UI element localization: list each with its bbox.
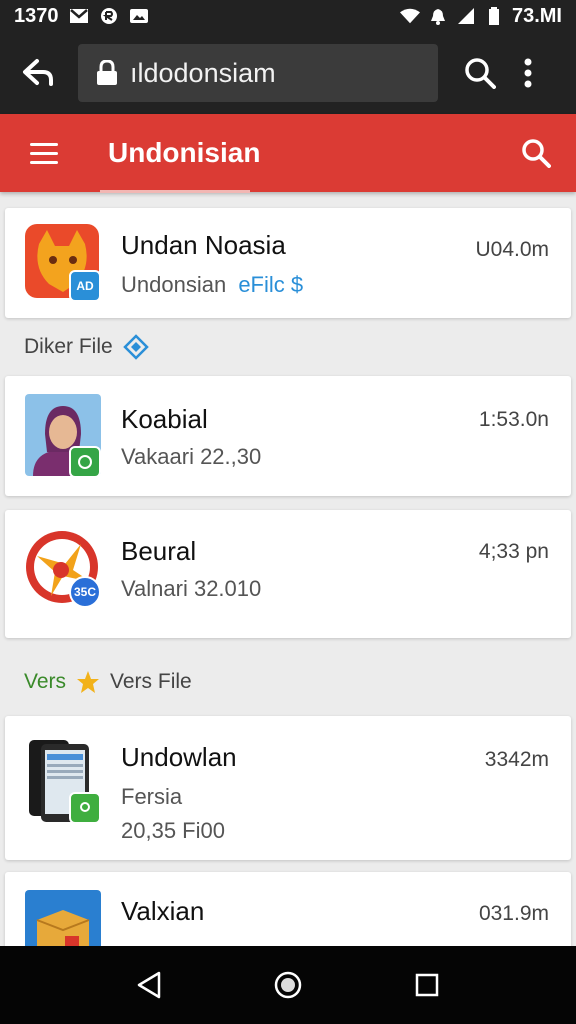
item-title: Undowlan: [121, 742, 237, 772]
nav-recents-button[interactable]: [407, 965, 447, 1005]
item-subtitle-secondary: 20,35 Fi00: [121, 818, 225, 843]
item-time: 3342m: [484, 748, 549, 771]
status-bar: 1370 73.MI: [0, 0, 576, 32]
list-item[interactable]: Koabial Vakaari 22.,30 1:53.0n: [5, 376, 571, 496]
item-link[interactable]: eFilc $: [238, 272, 303, 297]
url-text: ıldodonsiam: [130, 57, 276, 88]
item-title: Valxian: [121, 896, 205, 926]
list-item[interactable]: AD Undan Noasia Undonsian eFilc $ U04.0m: [5, 208, 571, 318]
hamburger-menu-icon[interactable]: [30, 136, 64, 170]
section-label: Vers File: [110, 670, 192, 693]
location-badge-icon: [69, 792, 101, 824]
search-icon: [522, 139, 551, 168]
app-icon: [25, 736, 105, 826]
app-notification-icon: [99, 7, 119, 25]
item-subtitle: Undonsian eFilc $: [121, 272, 303, 298]
search-icon: [465, 58, 496, 89]
list-item[interactable]: Undowlan Fersia 20,35 Fi00 3342m: [5, 716, 571, 860]
section-label-accent: Vers: [24, 670, 67, 693]
item-time: 4;33 pn: [478, 540, 549, 563]
nav-back-button[interactable]: [129, 965, 169, 1005]
battery-icon: [484, 7, 504, 25]
status-right-text: 73.MI: [511, 4, 562, 27]
shield-badge-icon: [69, 446, 101, 478]
item-time: U04.0m: [475, 238, 549, 261]
item-time: 1:53.0n: [478, 408, 549, 431]
item-time: 031.9m: [478, 902, 549, 925]
item-subtitle: Fersia: [121, 784, 183, 809]
app-icon: 35C: [25, 530, 103, 608]
section-header-diker: Diker File: [24, 334, 149, 360]
badge-icon: AD: [69, 270, 101, 302]
overflow-menu-button[interactable]: [516, 53, 540, 93]
browser-search-button[interactable]: [460, 53, 500, 93]
recents-square-icon: [415, 973, 438, 997]
avatar: [25, 394, 103, 478]
diamond-icon: [122, 334, 149, 360]
item-subtitle: Valnari 32.010: [121, 576, 262, 601]
more-vert-icon: [524, 58, 532, 88]
home-circle-icon: [274, 971, 302, 999]
status-time: 1370: [14, 4, 59, 27]
header-search-button[interactable]: [518, 135, 554, 171]
back-arrow-icon: [23, 59, 53, 86]
section-label: Diker File: [24, 335, 113, 358]
badge-icon: 35C: [69, 576, 101, 608]
gmail-icon: [69, 7, 89, 25]
browser-toolbar: ıldodonsiam: [0, 32, 576, 114]
back-triangle-icon: [138, 971, 161, 999]
item-subtitle: Vakaari 22.,30: [121, 444, 262, 469]
app-header: Undonisian: [0, 114, 576, 192]
back-button[interactable]: [18, 53, 58, 93]
lock-icon: [97, 60, 117, 85]
section-header-vers: Vers Vers File: [24, 670, 192, 694]
nav-home-button[interactable]: [268, 965, 308, 1005]
list-item[interactable]: 35C Beural Valnari 32.010 4;33 pn: [5, 510, 571, 638]
image-notification-icon: [129, 7, 149, 25]
title-underline: [100, 190, 250, 193]
item-title: Beural: [121, 536, 197, 566]
signal-icon: [456, 7, 476, 25]
app-title: Undonisian: [108, 137, 261, 168]
system-nav-bar: [0, 946, 576, 1024]
item-subtitle-text: Undonsian: [121, 272, 227, 297]
notification-bell-icon: [428, 7, 448, 25]
star-icon: [77, 671, 100, 693]
item-title: Koabial: [121, 404, 208, 434]
app-icon: AD: [25, 224, 103, 302]
item-title: Undan Noasia: [121, 230, 286, 260]
url-bar[interactable]: ıldodonsiam: [78, 44, 438, 102]
wifi-icon: [399, 7, 420, 25]
